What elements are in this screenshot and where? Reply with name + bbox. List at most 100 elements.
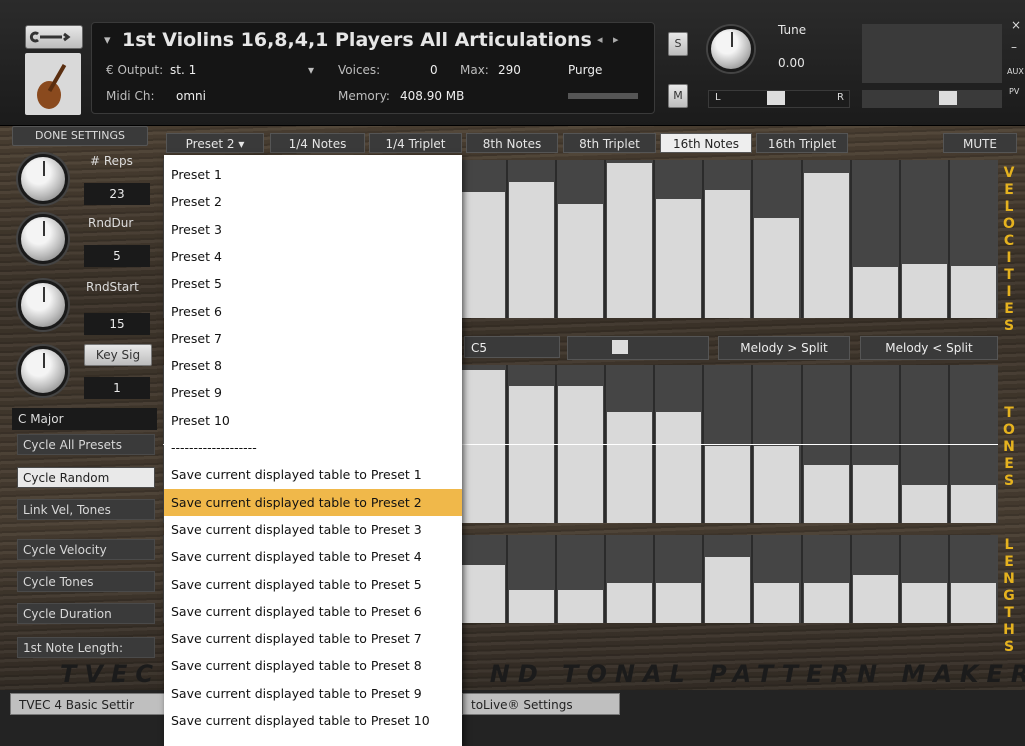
dropdown-item-save[interactable]: Save current displayed table to Preset 4 bbox=[164, 543, 462, 570]
chevron-down-icon[interactable]: ▾ bbox=[104, 33, 111, 48]
step-bar[interactable] bbox=[902, 264, 947, 318]
prev-next-icons[interactable]: ◂ ▸ bbox=[597, 33, 619, 46]
solo-button[interactable]: S bbox=[668, 32, 688, 56]
step-bar[interactable] bbox=[853, 267, 898, 318]
purge-button[interactable]: Purge bbox=[568, 63, 602, 77]
dropdown-item-preset[interactable]: Preset 2 bbox=[164, 188, 462, 215]
keysig-value: 1 bbox=[84, 377, 150, 399]
cycle-random-button[interactable]: Cycle Random bbox=[17, 467, 155, 488]
dropdown-item-save[interactable]: Save current displayed table to Preset 3 bbox=[164, 516, 462, 543]
step-bar[interactable] bbox=[607, 163, 652, 318]
midi-value[interactable]: omni bbox=[176, 89, 206, 103]
step-bar[interactable] bbox=[853, 465, 898, 523]
chevron-down-icon[interactable]: ▾ bbox=[308, 63, 314, 77]
volume-handle[interactable] bbox=[939, 91, 957, 105]
step-bar[interactable] bbox=[902, 583, 947, 623]
pv-label[interactable]: PV bbox=[1009, 87, 1019, 96]
tab-8th-notes[interactable]: 8th Notes bbox=[466, 133, 558, 153]
note-select[interactable]: C5 bbox=[464, 336, 560, 358]
mute-button[interactable]: MUTE bbox=[943, 133, 1017, 153]
step-bar[interactable] bbox=[705, 557, 750, 623]
tab-quarter-triplet[interactable]: 1/4 Triplet bbox=[369, 133, 462, 153]
dropdown-item-save[interactable]: Save current displayed table to Preset 5 bbox=[164, 571, 462, 598]
link-vel-tones-button[interactable]: Link Vel, Tones bbox=[17, 499, 155, 520]
output-value[interactable]: st. 1 bbox=[170, 63, 196, 77]
step-bar[interactable] bbox=[951, 485, 996, 523]
aux-label[interactable]: AUX bbox=[1007, 67, 1024, 76]
cycle-tones-button[interactable]: Cycle Tones bbox=[17, 571, 155, 592]
step-bar[interactable] bbox=[754, 583, 799, 623]
step-bar[interactable] bbox=[607, 412, 652, 523]
step-bar[interactable] bbox=[656, 412, 701, 523]
step-bar[interactable] bbox=[804, 465, 849, 523]
dropdown-item-preset[interactable]: Preset 10 bbox=[164, 407, 462, 434]
minimize-icon[interactable]: – bbox=[1011, 40, 1017, 54]
step-bar[interactable] bbox=[460, 192, 505, 318]
tune-knob[interactable] bbox=[708, 26, 754, 72]
dropdown-item-preset[interactable]: Preset 3 bbox=[164, 216, 462, 243]
cycle-all-presets-button[interactable]: Cycle All Presets bbox=[17, 434, 155, 455]
wrench-icon[interactable] bbox=[25, 25, 83, 49]
dropdown-item-save[interactable]: Save current displayed table to Preset 7 bbox=[164, 625, 462, 652]
pan-slider[interactable]: L R bbox=[708, 90, 850, 108]
step-bar[interactable] bbox=[804, 583, 849, 623]
dropdown-item-preset[interactable]: Preset 6 bbox=[164, 298, 462, 325]
dropdown-item-save[interactable]: Save current displayed table to Preset 6 bbox=[164, 598, 462, 625]
close-icon[interactable]: × bbox=[1011, 18, 1021, 32]
step-bar[interactable] bbox=[607, 583, 652, 623]
step-bar[interactable] bbox=[460, 565, 505, 623]
step-bar[interactable] bbox=[558, 204, 603, 318]
step-bar[interactable] bbox=[509, 590, 554, 623]
mute-small-button[interactable]: M bbox=[668, 84, 688, 108]
step-bar[interactable] bbox=[509, 386, 554, 523]
step-bar[interactable] bbox=[656, 199, 701, 318]
step-bar[interactable] bbox=[951, 266, 996, 318]
melody-split-right-button[interactable]: Melody > Split bbox=[718, 336, 850, 360]
dropdown-item-preset[interactable]: Preset 8 bbox=[164, 352, 462, 379]
volume-slider[interactable] bbox=[862, 90, 1002, 108]
step-bar[interactable] bbox=[804, 173, 849, 318]
dropdown-item-save[interactable]: Save current displayed table to Preset 2 bbox=[164, 488, 462, 516]
rndstart-knob[interactable] bbox=[18, 280, 68, 330]
tab-live-settings[interactable]: toLive® Settings bbox=[462, 693, 620, 715]
dropdown-item-save[interactable]: Save current displayed table to Preset 1… bbox=[164, 707, 462, 734]
step-bar[interactable] bbox=[558, 386, 603, 523]
tab-quarter-notes[interactable]: 1/4 Notes bbox=[270, 133, 365, 153]
step-bar[interactable] bbox=[754, 446, 799, 523]
dropdown-item-preset[interactable]: Preset 4 bbox=[164, 243, 462, 270]
tab-16th-triplet[interactable]: 16th Triplet bbox=[756, 133, 848, 153]
step-bar[interactable] bbox=[705, 190, 750, 318]
cycle-velocity-button[interactable]: Cycle Velocity bbox=[17, 539, 155, 560]
split-handle[interactable] bbox=[612, 340, 628, 354]
grid-divider bbox=[751, 160, 753, 318]
dropdown-item-save[interactable]: Save current displayed table to Preset 1 bbox=[164, 461, 462, 488]
preset-select[interactable]: Preset 2 ▾ bbox=[166, 133, 264, 153]
done-settings-button[interactable]: DONE SETTINGS bbox=[12, 126, 148, 146]
rnddur-knob[interactable] bbox=[18, 214, 68, 264]
dropdown-item-preset[interactable]: Preset 7 bbox=[164, 325, 462, 352]
step-bar[interactable] bbox=[754, 218, 799, 318]
step-bar[interactable] bbox=[558, 590, 603, 623]
split-slider[interactable] bbox=[567, 336, 709, 360]
dropdown-item-preset[interactable]: Preset 9 bbox=[164, 379, 462, 406]
step-bar[interactable] bbox=[902, 485, 947, 523]
pan-handle[interactable] bbox=[767, 91, 785, 105]
dropdown-item-save[interactable]: Save current displayed table to Preset 8 bbox=[164, 652, 462, 679]
dropdown-item-preset[interactable]: Preset 1 bbox=[164, 161, 462, 188]
keysig-knob[interactable] bbox=[18, 346, 68, 396]
grid-divider bbox=[751, 535, 753, 623]
tab-basic-settings[interactable]: TVEC 4 Basic Settir bbox=[10, 693, 166, 715]
melody-split-left-button[interactable]: Melody < Split bbox=[860, 336, 998, 360]
dropdown-item-save[interactable]: Save current displayed table to Preset 9 bbox=[164, 680, 462, 707]
step-bar[interactable] bbox=[509, 182, 554, 318]
step-bar[interactable] bbox=[705, 446, 750, 523]
step-bar[interactable] bbox=[460, 370, 505, 523]
step-bar[interactable] bbox=[656, 583, 701, 623]
tab-16th-notes[interactable]: 16th Notes bbox=[660, 133, 752, 153]
reps-knob[interactable] bbox=[18, 154, 68, 204]
dropdown-item-preset[interactable]: Preset 5 bbox=[164, 270, 462, 297]
step-bar[interactable] bbox=[853, 575, 898, 623]
cycle-duration-button[interactable]: Cycle Duration bbox=[17, 603, 155, 624]
tab-8th-triplet[interactable]: 8th Triplet bbox=[563, 133, 656, 153]
step-bar[interactable] bbox=[951, 583, 996, 623]
